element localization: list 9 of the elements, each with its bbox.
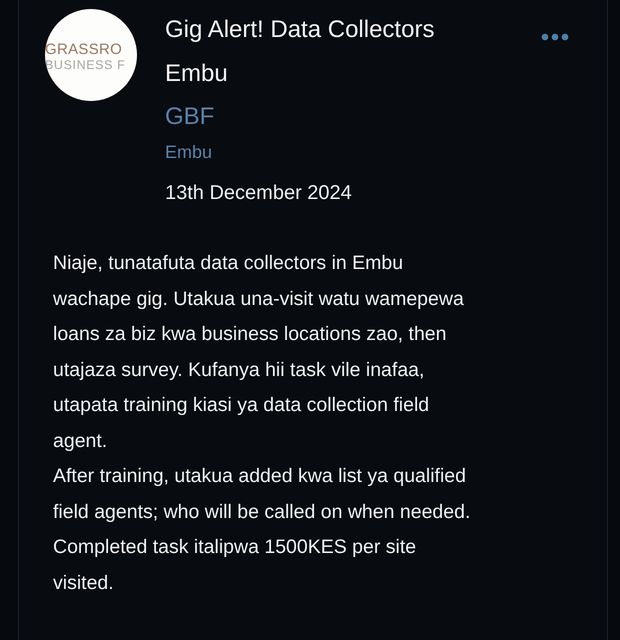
post-body-text: Niaje, tunatafuta data collectors in Embu wachape gig. Utakua una-visit watu wamepewa loans za biz kwa business locations zao, then utajaza survey. Kufanya hii task vile inafaa, utapata training kiasi ya data collection field agent. bbox=[53, 251, 465, 454]
logo-text: BUSINESS F bbox=[45, 58, 126, 72]
location-link[interactable]: Embu bbox=[165, 140, 212, 164]
post-title: Gig Alert! Data Collectors Embu bbox=[165, 15, 434, 89]
logo-text: GRASSRO bbox=[45, 42, 124, 58]
organization-link[interactable]: GBF bbox=[165, 100, 214, 134]
post-body-text: After training, utakua added kwa list ya qualified field agents; who will be called on when needed. Completed task italipwa 1500KES per site visited. bbox=[53, 464, 472, 596]
post-date: 13th December 2024 bbox=[165, 181, 352, 206]
more-icon[interactable] bbox=[541, 33, 569, 41]
